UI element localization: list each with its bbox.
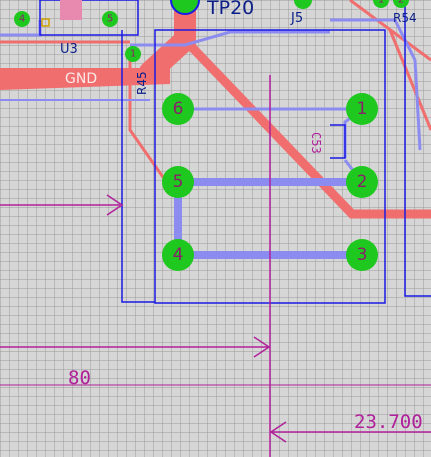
svg-text:1: 1	[130, 49, 136, 60]
pcb-board[interactable]: TP20 4 5 U3 1 R45 J5 1 2 R54 C53 GND 6 1…	[0, 0, 431, 457]
pad-1-label: 1	[357, 99, 368, 119]
u3-pads: 4 5 U3	[14, 0, 118, 57]
svg-text:5: 5	[107, 14, 113, 25]
svg-text:1: 1	[378, 0, 384, 6]
u3-pin-marker	[41, 18, 50, 27]
pad-5-label: 5	[173, 172, 184, 192]
c53-label: C53	[309, 132, 323, 154]
trace-top-mid[interactable]	[130, 30, 330, 47]
trace-to-r54[interactable]	[180, 35, 431, 219]
pad-6-label: 6	[173, 99, 184, 119]
u3-outline[interactable]	[39, 0, 139, 36]
pad-4-label: 4	[173, 245, 184, 265]
dimension-secondary-value: 23.700	[354, 411, 423, 433]
u3-body-fill	[60, 0, 82, 20]
c53-outline[interactable]	[330, 124, 346, 159]
dimension-primary-value: 80	[68, 367, 91, 389]
pad-2-label: 2	[357, 172, 368, 192]
j5-pad[interactable]	[294, 0, 312, 9]
j5-part[interactable]: J5	[290, 0, 312, 26]
r54-label: R54	[393, 11, 417, 25]
j5-label: J5	[290, 11, 303, 26]
r45-label: R45	[135, 71, 149, 95]
pcb-editor-canvas[interactable]: TP20 4 5 U3 1 R45 J5 1 2 R54 C53 GND 6 1…	[0, 0, 431, 457]
u3-label: U3	[60, 42, 78, 57]
pad-3-label: 3	[357, 245, 368, 265]
tp20-label: TP20	[206, 0, 254, 19]
svg-text:2: 2	[398, 0, 404, 6]
gnd-net-label: GND	[65, 71, 97, 87]
svg-text:4: 4	[19, 14, 25, 25]
